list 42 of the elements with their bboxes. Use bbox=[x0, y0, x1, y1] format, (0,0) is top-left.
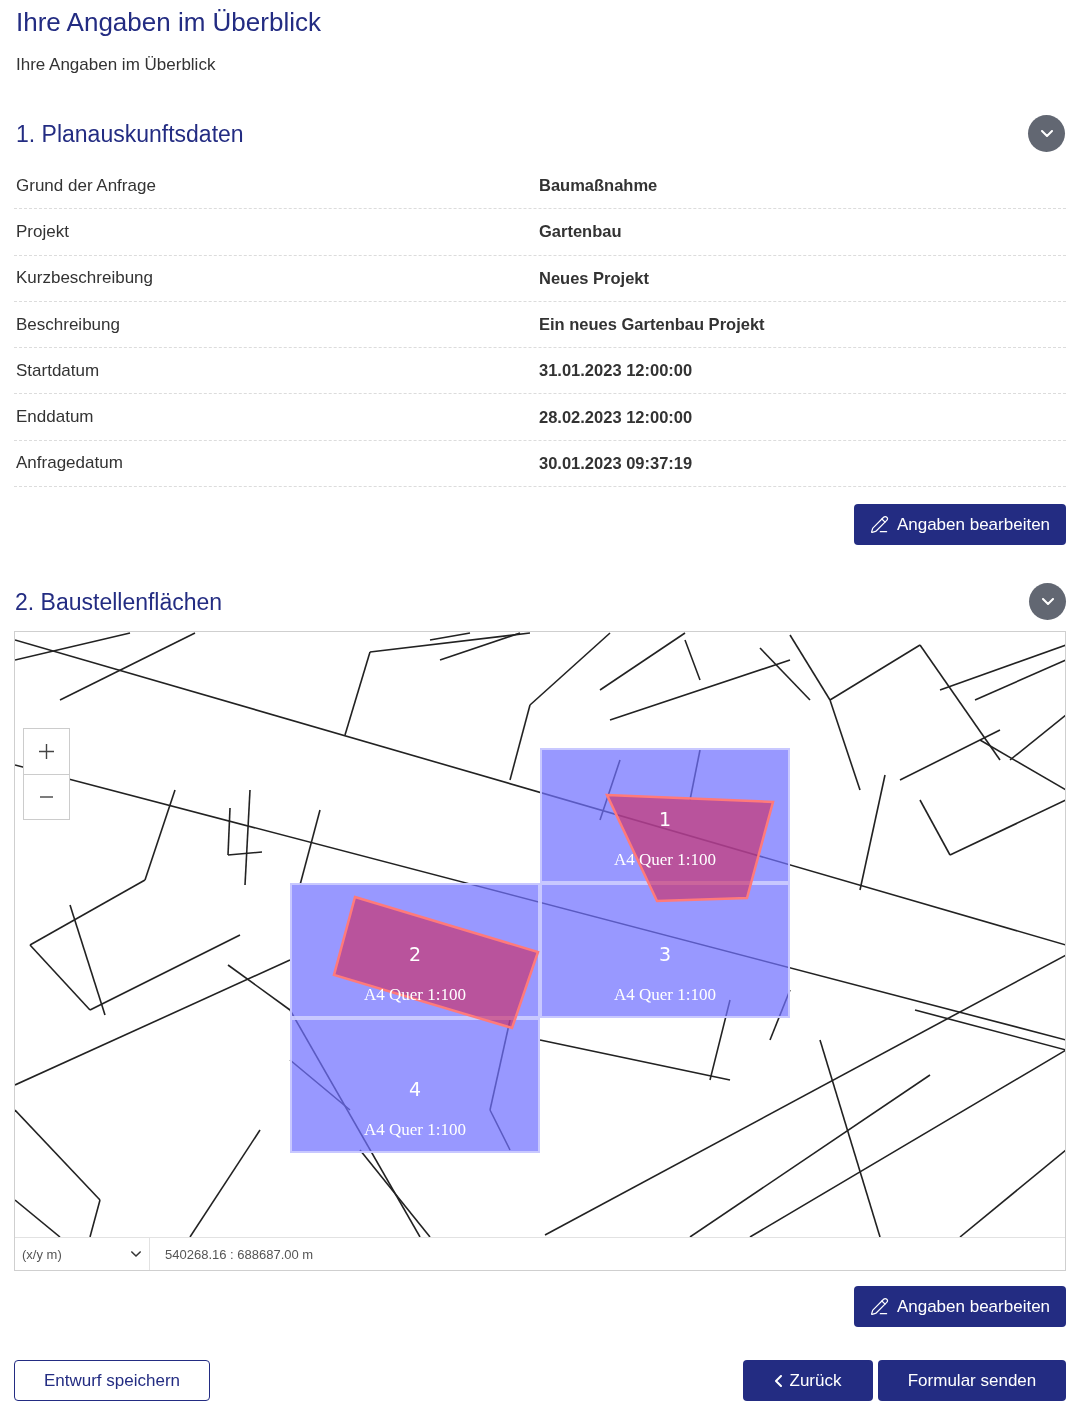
field-label: Startdatum bbox=[15, 360, 101, 381]
pencil-icon bbox=[869, 515, 889, 535]
collapse-toggle[interactable] bbox=[1029, 583, 1066, 621]
field-value: Gartenbau bbox=[539, 222, 623, 242]
collapse-toggle[interactable] bbox=[1028, 115, 1065, 152]
save-draft-button[interactable]: Entwurf speichern bbox=[14, 1360, 210, 1402]
back-button[interactable]: Zurück bbox=[743, 1360, 873, 1402]
chevron-down-icon bbox=[1041, 598, 1054, 606]
edit-button[interactable]: Angaben bearbeiten bbox=[854, 504, 1066, 546]
field-value: 31.01.2023 12:00:00 bbox=[539, 361, 694, 381]
chevron-down-icon bbox=[131, 1251, 141, 1258]
chevron-down-icon bbox=[1040, 130, 1053, 137]
page-subtitle: Ihre Angaben im Überblick bbox=[15, 54, 217, 76]
edit-button[interactable]: Angaben bearbeiten bbox=[854, 1286, 1066, 1328]
submit-button[interactable]: Formular senden bbox=[878, 1360, 1066, 1402]
field-value: Baumaßnahme bbox=[539, 176, 659, 196]
plus-icon bbox=[39, 744, 54, 760]
pencil-icon bbox=[869, 1297, 889, 1317]
sheet-number: 3 bbox=[658, 943, 672, 966]
sheet-number: 4 bbox=[408, 1078, 422, 1101]
sheet-number: 1 bbox=[658, 808, 672, 831]
field-label: Kurzbeschreibung bbox=[15, 268, 155, 289]
sheet-number: 2 bbox=[408, 943, 422, 966]
field-value: Neues Projekt bbox=[539, 268, 651, 288]
field-value: 28.02.2023 12:00:00 bbox=[539, 407, 694, 427]
field-label: Enddatum bbox=[15, 407, 95, 428]
section-heading: 1. Planauskunftsdaten bbox=[15, 119, 244, 149]
field-label: Grund der Anfrage bbox=[15, 175, 157, 196]
sheet-format-label: A4 Quer 1:100 bbox=[614, 985, 716, 1006]
chevron-left-icon bbox=[774, 1374, 782, 1387]
coordinates-readout: 540268.16 : 688687.00 m bbox=[164, 1246, 314, 1262]
sheet-format-label: A4 Quer 1:100 bbox=[364, 1120, 466, 1141]
field-label: Anfragedatum bbox=[15, 453, 124, 474]
field-label: Projekt bbox=[15, 221, 70, 242]
sheet-format-label: A4 Quer 1:100 bbox=[614, 850, 716, 871]
minus-icon bbox=[40, 796, 53, 799]
coordinate-system-select[interactable]: (x/y m) bbox=[15, 1238, 150, 1271]
section-heading: 2. Baustellenflächen bbox=[14, 587, 223, 617]
field-value: Ein neues Gartenbau Projekt bbox=[539, 315, 766, 335]
field-value: 30.01.2023 09:37:19 bbox=[539, 453, 694, 473]
field-label: Beschreibung bbox=[15, 314, 121, 335]
page-title: Ihre Angaben im Überblick bbox=[15, 6, 322, 39]
